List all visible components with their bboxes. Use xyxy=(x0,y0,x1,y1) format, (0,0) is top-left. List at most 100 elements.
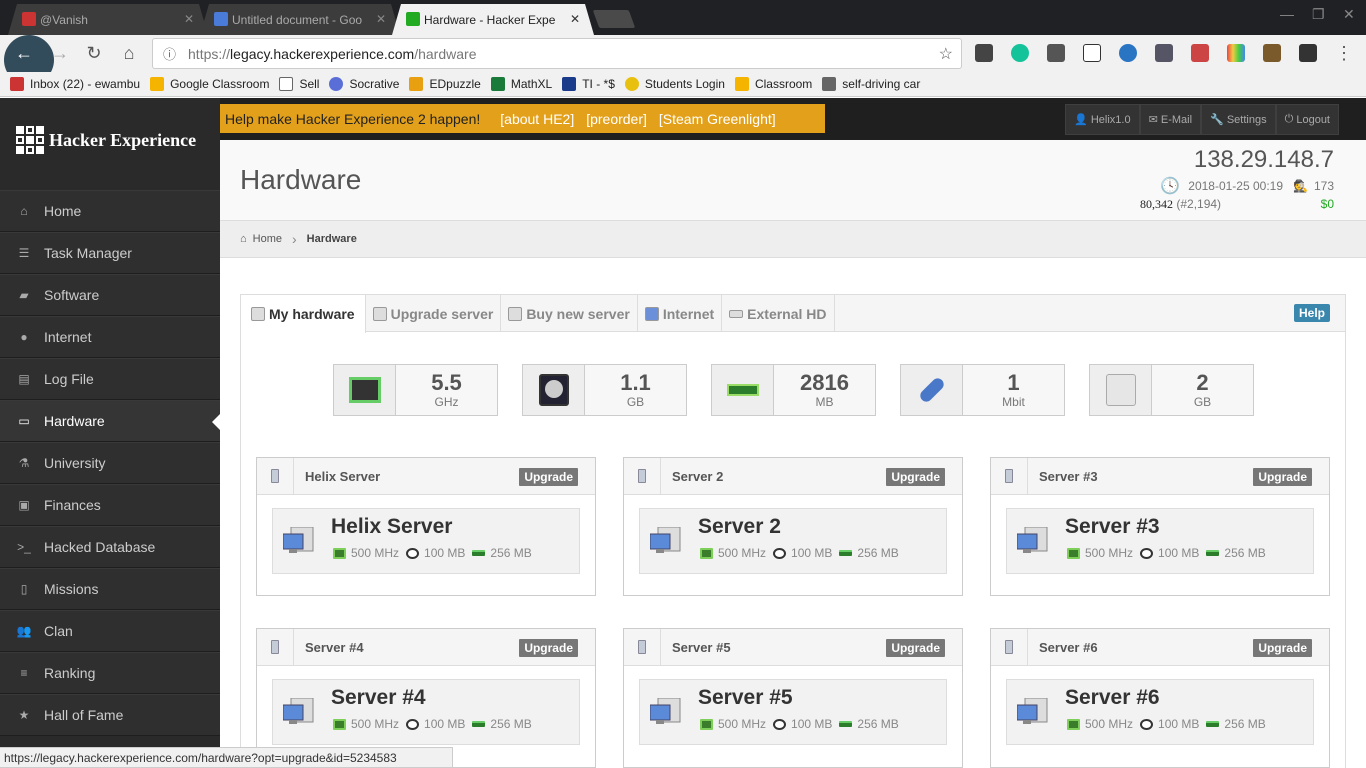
logo-grid-icon xyxy=(16,126,44,154)
server-summary[interactable]: Server 2 500 MHz 100 MB 256 MB xyxy=(639,508,947,574)
restore-icon[interactable]: ❐ xyxy=(1312,6,1325,23)
breadcrumb-home[interactable]: Home xyxy=(253,233,282,245)
sidebar-item-software[interactable]: ▰ Software xyxy=(0,274,220,316)
extension-icon[interactable] xyxy=(1191,44,1209,62)
logo[interactable]: Hacker Experience xyxy=(16,126,196,154)
tab-buy-new-server[interactable]: Buy new server xyxy=(501,295,638,332)
ip-address[interactable]: 138.29.148.7 xyxy=(1194,146,1334,174)
extension-icon[interactable] xyxy=(1083,44,1101,62)
sidebar-item-task-manager[interactable]: ☰ Task Manager xyxy=(0,232,220,274)
bookmark-item[interactable]: Socrative xyxy=(329,77,399,91)
money[interactable]: $0 xyxy=(1321,197,1334,212)
cpu-spec: 500 MHz xyxy=(1085,717,1134,731)
settings-button[interactable]: 🔧 Settings xyxy=(1201,104,1276,135)
stat-hdd: 1.1 GB xyxy=(522,364,687,416)
bookmark-star-icon[interactable]: ☆ xyxy=(939,44,953,64)
extension-icon[interactable] xyxy=(975,44,993,62)
browser-tab-vanish[interactable]: @Vanish ✕ xyxy=(8,4,208,35)
new-tab-button[interactable] xyxy=(592,10,636,28)
menu-icon[interactable]: ⋮ xyxy=(1332,43,1356,64)
site-info-icon[interactable]: ⓘ xyxy=(163,44,176,63)
stat-cpu: 5.5 GHz xyxy=(333,364,498,416)
stat-network: 1 Mbit xyxy=(900,364,1065,416)
server-summary[interactable]: Server #5 500 MHz 100 MB 256 MB xyxy=(639,679,947,745)
close-icon[interactable]: ✕ xyxy=(570,12,580,26)
upgrade-button[interactable]: Upgrade xyxy=(1253,468,1312,486)
hdd-icon xyxy=(406,547,420,559)
browser-tab-hardware[interactable]: Hardware - Hacker Expe ✕ xyxy=(392,4,594,35)
tab-upgrade-server[interactable]: Upgrade server xyxy=(366,295,502,332)
server-icon xyxy=(991,457,1028,495)
bookmark-item[interactable]: Sell xyxy=(279,77,319,91)
tab-label: Upgrade server xyxy=(390,305,494,322)
sidebar-item-hacked-database[interactable]: >_ Hacked Database xyxy=(0,526,220,568)
grammarly-icon[interactable] xyxy=(1011,44,1029,62)
upgrade-button[interactable]: Upgrade xyxy=(886,468,945,486)
upgrade-button[interactable]: Upgrade xyxy=(519,639,578,657)
bookmark-item[interactable]: Students Login xyxy=(624,77,725,91)
server-summary[interactable]: Server #6 500 MHz 100 MB 256 MB xyxy=(1006,679,1314,745)
sidebar-item-hardware[interactable]: ▭ Hardware xyxy=(0,400,220,442)
bookmark-item[interactable]: Classroom xyxy=(734,77,812,91)
about-he2-link[interactable]: [about HE2] xyxy=(500,111,574,127)
rank: (#2,194) xyxy=(1176,197,1222,211)
tab-external-hd[interactable]: External HD xyxy=(722,295,835,332)
close-icon[interactable]: ✕ xyxy=(376,12,386,26)
window-close-icon[interactable]: ✕ xyxy=(1343,6,1355,23)
server-icon xyxy=(991,628,1028,666)
bookmark-item[interactable]: Inbox (22) - ewambu xyxy=(10,77,140,91)
extension-heart-icon[interactable] xyxy=(1227,44,1245,62)
help-button[interactable]: Help xyxy=(1293,304,1330,322)
close-icon[interactable]: ✕ xyxy=(184,12,194,26)
email-button[interactable]: ✉ E-Mail xyxy=(1139,104,1202,135)
browser-tab-document[interactable]: Untitled document - Goo ✕ xyxy=(200,4,400,35)
reload-icon[interactable]: ↻ xyxy=(82,43,106,64)
back-icon[interactable]: ← xyxy=(12,43,36,64)
server-summary[interactable]: Helix Server 500 MHz 100 MB 256 MB xyxy=(272,508,580,574)
server-summary[interactable]: Server #3 500 MHz 100 MB 256 MB xyxy=(1006,508,1314,574)
tab-favicon-icon xyxy=(214,12,228,26)
tab-internet[interactable]: Internet xyxy=(638,295,723,332)
bookmark-item[interactable]: MathXL xyxy=(490,77,552,91)
home-browser-icon[interactable]: ⌂ xyxy=(117,43,141,64)
buy-icon xyxy=(508,306,523,321)
sidebar-item-ranking[interactable]: ≡ Ranking xyxy=(0,652,220,694)
user-button[interactable]: 👤 Helix1.0 xyxy=(1065,104,1140,135)
extension-icon[interactable] xyxy=(1155,44,1173,62)
server-card: Server #6 Upgrade Server #6 500 MHz 100 MB… xyxy=(990,628,1330,768)
upgrade-button[interactable]: Upgrade xyxy=(519,468,578,486)
address-bar[interactable]: ⓘ https://legacy.hackerexperience.com/ha… xyxy=(153,39,961,68)
preorder-link[interactable]: [preorder] xyxy=(586,111,647,127)
server-name: Server #4 xyxy=(331,686,426,709)
bookmark-item[interactable]: EDpuzzle xyxy=(409,77,481,91)
sidebar-item-university[interactable]: ⚗ University xyxy=(0,442,220,484)
sidebar-item-internet[interactable]: ● Internet xyxy=(0,316,220,358)
logout-button[interactable]: ⏻ Logout xyxy=(1275,104,1339,135)
extension-star-icon[interactable] xyxy=(1119,44,1137,62)
bookmark-item[interactable]: TI - *$ xyxy=(562,77,615,91)
sidebar-item-missions[interactable]: ▯ Missions xyxy=(0,568,220,610)
minimize-icon[interactable]: — xyxy=(1280,6,1294,22)
server-summary[interactable]: Server #4 500 MHz 100 MB 256 MB xyxy=(272,679,580,745)
computer-icon xyxy=(283,527,314,553)
stat-value: 2 xyxy=(1196,370,1209,395)
sidebar-item-home[interactable]: ⌂ Home xyxy=(0,190,220,232)
forward-icon[interactable]: → xyxy=(48,43,72,64)
sidebar-item-clan[interactable]: 👥 Clan xyxy=(0,610,220,652)
sidebar-item-hall-of-fame[interactable]: ★ Hall of Fame xyxy=(0,694,220,736)
steam-greenlight-link[interactable]: [Steam Greenlight] xyxy=(659,111,776,127)
bookmark-item[interactable]: Google Classroom xyxy=(150,77,269,91)
upgrade-button[interactable]: Upgrade xyxy=(886,639,945,657)
bookmark-item[interactable]: self-driving car xyxy=(822,77,920,91)
extension-icon[interactable] xyxy=(1299,44,1317,62)
tab-my-hardware[interactable]: My hardware xyxy=(241,295,366,333)
sidebar-item-finances[interactable]: ▣ Finances xyxy=(0,484,220,526)
tab-title: Hardware - Hacker Expe xyxy=(424,12,556,27)
sidebar-item-log-file[interactable]: ▤ Log File xyxy=(0,358,220,400)
extension-icon[interactable] xyxy=(1263,44,1281,62)
server-header-name: Server #3 xyxy=(1039,468,1098,484)
hdd-spec: 100 MB xyxy=(1158,546,1200,560)
hdd-spec: 100 MB xyxy=(424,546,466,560)
upgrade-button[interactable]: Upgrade xyxy=(1253,639,1312,657)
extension-s-icon[interactable] xyxy=(1047,44,1065,62)
